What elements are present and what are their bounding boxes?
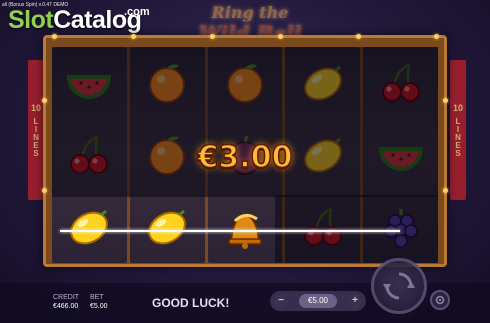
version-label: all (Bonus Spin) v.0.47 DEMO — [2, 2, 69, 8]
frame-bulb — [278, 34, 283, 39]
frame-bulb — [131, 34, 136, 39]
watermark-brand-a: Slot — [8, 6, 54, 34]
bet-value: €5.00 — [90, 303, 108, 310]
gear-icon — [435, 295, 445, 305]
frame-bulb — [443, 98, 448, 103]
bet-label: BET — [90, 294, 104, 301]
reel-symbol-lemon — [52, 191, 127, 263]
bet-decrease-button[interactable]: − — [274, 294, 288, 308]
spin-arrows-icon — [383, 272, 415, 300]
lines-label: LINES — [453, 117, 463, 157]
status-message: GOOD LUCK! — [152, 296, 230, 310]
settings-button[interactable] — [430, 290, 450, 310]
frame-bulb — [356, 34, 361, 39]
spin-button[interactable] — [371, 258, 427, 314]
lines-panel-left: 10 LINES — [28, 60, 44, 200]
credit-value: €466.00 — [53, 303, 79, 310]
lines-panel-right: 10 LINES — [450, 60, 466, 200]
game-stage: SlotCatalog .com all (Bonus Spin) v.0.47… — [0, 0, 490, 323]
lines-label: LINES — [31, 117, 41, 157]
frame-bulb — [52, 34, 57, 39]
bet-increase-button[interactable]: + — [348, 294, 362, 308]
winning-payline — [60, 230, 400, 232]
frame-bulb — [443, 188, 448, 193]
bell-icon — [228, 213, 262, 249]
frame-bulb — [210, 34, 215, 39]
frame-bulb — [434, 34, 439, 39]
frame-bulb — [42, 188, 47, 193]
lemon-icon — [70, 209, 109, 245]
game-title-line1: Ring the — [211, 3, 289, 22]
dim-overlay — [275, 195, 438, 263]
frame-bulb — [42, 98, 47, 103]
lemon-icon — [148, 209, 187, 245]
win-amount: €3.00 — [197, 139, 293, 176]
reel-symbol-lemon — [130, 191, 205, 263]
watermark-suffix: .com — [124, 6, 150, 18]
reel-symbol-bell — [208, 191, 283, 263]
credit-label: CREDIT — [53, 294, 80, 301]
watermark-logo: SlotCatalog — [8, 6, 142, 35]
bet-display: €5.00 — [299, 294, 337, 308]
bet-control: − €5.00 + — [270, 291, 366, 311]
lines-count: 10 — [452, 103, 463, 113]
lines-count: 10 — [30, 103, 41, 113]
